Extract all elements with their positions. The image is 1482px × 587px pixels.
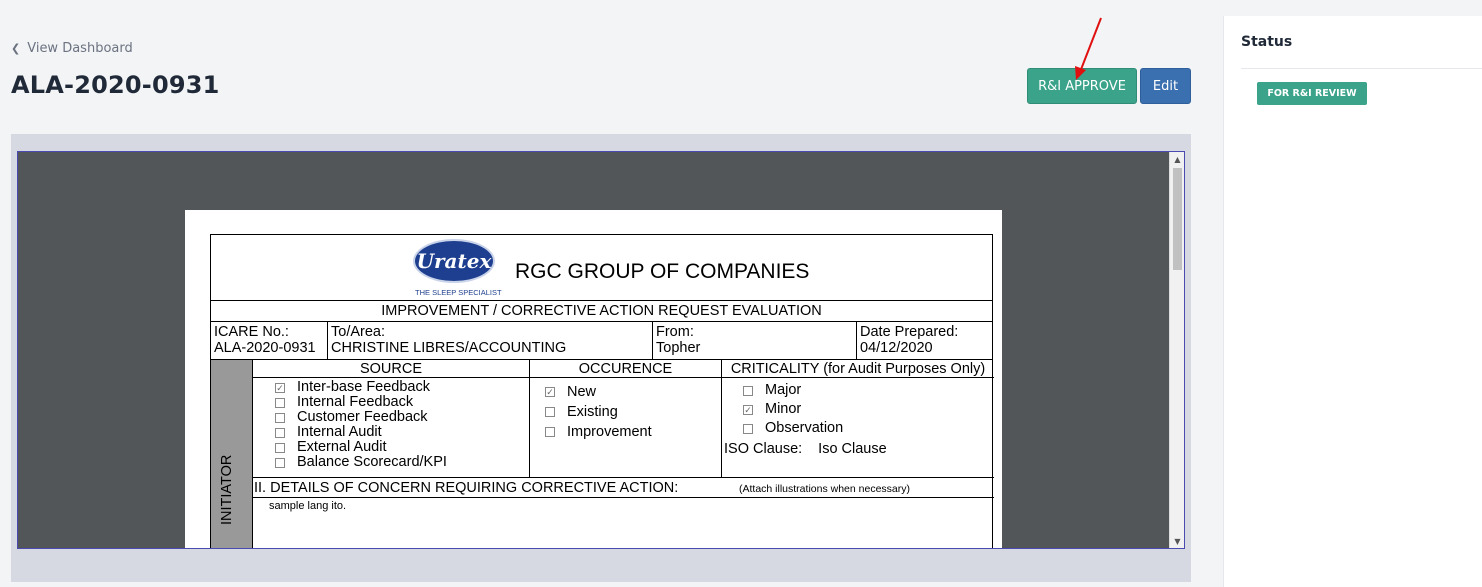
checkbox-icon xyxy=(275,412,285,423)
icare-value: ALA-2020-0931 xyxy=(214,340,316,356)
logo-oval: Uratex xyxy=(413,239,495,283)
source-option: Internal Feedback xyxy=(275,395,529,410)
to-area-value: CHRISTINE LIBRES/ACCOUNTING xyxy=(331,340,567,356)
from-label: From: xyxy=(656,324,694,340)
occurence-option-label: Improvement xyxy=(567,423,652,440)
criticality-option: Major xyxy=(743,381,994,400)
source-option: External Audit xyxy=(275,440,529,455)
status-title: Status xyxy=(1241,34,1293,50)
date-value: 04/12/2020 xyxy=(860,340,933,356)
viewer-scrollbar[interactable]: ▲ ▼ xyxy=(1169,152,1184,548)
form-title: IMPROVEMENT / CORRECTIVE ACTION REQUEST … xyxy=(211,301,992,322)
checkbox-icon xyxy=(275,397,285,408)
scroll-down-icon[interactable]: ▼ xyxy=(1170,534,1184,548)
occurence-option: Existing xyxy=(545,402,721,422)
occurence-option: ✓ New xyxy=(545,382,721,402)
company-name: RGC GROUP OF COMPANIES xyxy=(515,260,810,283)
pdf-page: Uratex THE SLEEP SPECIALIST RGC GROUP OF… xyxy=(185,210,1002,548)
checkbox-icon xyxy=(275,427,285,438)
icare-cell: ICARE No.: ALA-2020-0931 xyxy=(211,322,328,360)
details-label: II. DETAILS OF CONCERN REQUIRING CORRECT… xyxy=(254,480,679,496)
occurence-option-label: Existing xyxy=(567,403,618,420)
source-header: SOURCE xyxy=(253,360,529,378)
chevron-left-icon: ❮ xyxy=(11,42,21,55)
details-of-concern-row: II. DETAILS OF CONCERN REQUIRING CORRECT… xyxy=(253,478,994,498)
back-to-dashboard-link[interactable]: ❮ View Dashboard xyxy=(11,41,133,56)
source-option: Internal Audit xyxy=(275,425,529,440)
back-link-label: View Dashboard xyxy=(27,41,133,56)
checkbox-icon xyxy=(275,457,285,468)
checkbox-icon xyxy=(545,407,555,417)
source-option: Customer Feedback xyxy=(275,410,529,425)
criticality-option: ✓ Minor xyxy=(743,400,994,419)
checkbox-icon xyxy=(545,427,555,437)
edit-button[interactable]: Edit xyxy=(1140,68,1191,104)
criticality-option-label: Minor xyxy=(765,401,802,417)
info-row: ICARE No.: ALA-2020-0931 To/Area: CHRIST… xyxy=(211,322,992,360)
source-option-label: Inter-base Feedback xyxy=(297,379,430,395)
checkbox-checked-icon: ✓ xyxy=(743,404,753,415)
from-cell: From: Topher xyxy=(653,322,857,360)
ri-approve-button[interactable]: R&I APPROVE xyxy=(1027,68,1137,104)
details-note: (Attach illustrations when necessary) xyxy=(739,483,910,495)
iso-clause-value: Iso Clause xyxy=(818,441,887,457)
occurence-option-label: New xyxy=(567,383,597,400)
to-area-cell: To/Area: CHRISTINE LIBRES/ACCOUNTING xyxy=(328,322,653,360)
source-option-label: Internal Feedback xyxy=(297,394,414,410)
criticality-option-label: Observation xyxy=(765,420,844,436)
icare-label: ICARE No.: xyxy=(214,324,289,340)
criticality-option: Observation xyxy=(743,419,994,438)
checkbox-checked-icon: ✓ xyxy=(275,382,285,393)
source-option-label: Customer Feedback xyxy=(297,409,428,425)
form-header: Uratex THE SLEEP SPECIALIST RGC GROUP OF… xyxy=(211,235,992,301)
source-option-label: Internal Audit xyxy=(297,424,382,440)
to-area-label: To/Area: xyxy=(331,324,385,340)
occurence-header: OCCURENCE xyxy=(530,360,721,378)
status-divider xyxy=(1241,68,1482,69)
pdf-viewer[interactable]: Uratex THE SLEEP SPECIALIST RGC GROUP OF… xyxy=(17,151,1185,549)
occurence-section: OCCURENCE ✓ New Existing Improvement xyxy=(530,360,722,478)
source-option-label: Balance Scorecard/KPI xyxy=(297,454,447,470)
date-label: Date Prepared: xyxy=(860,324,959,340)
criticality-header: CRITICALITY (for Audit Purposes Only) xyxy=(722,360,994,378)
from-value: Topher xyxy=(656,340,701,356)
checkbox-icon xyxy=(743,385,753,396)
checkbox-checked-icon: ✓ xyxy=(545,387,555,397)
source-section: SOURCE ✓ Inter-base Feedback Internal Fee… xyxy=(253,360,530,478)
occurence-option: Improvement xyxy=(545,422,721,442)
checkbox-icon xyxy=(743,423,753,434)
iso-clause-label: ISO Clause: xyxy=(724,441,803,457)
criticality-option-label: Major xyxy=(765,382,802,398)
form-table: Uratex THE SLEEP SPECIALIST RGC GROUP OF… xyxy=(210,234,994,548)
logo-tagline: THE SLEEP SPECIALIST xyxy=(415,288,502,297)
status-badge: FOR R&I REVIEW xyxy=(1257,82,1367,105)
uratex-logo: Uratex THE SLEEP SPECIALIST xyxy=(411,237,502,299)
scroll-up-icon[interactable]: ▲ xyxy=(1170,152,1184,166)
source-option: Balance Scorecard/KPI xyxy=(275,455,529,470)
logo-text: Uratex xyxy=(416,249,492,273)
scroll-thumb[interactable] xyxy=(1173,168,1182,270)
iso-clause-row: ISO Clause: Iso Clause xyxy=(722,438,994,457)
checkbox-icon xyxy=(275,442,285,453)
criticality-section: CRITICALITY (for Audit Purposes Only) Ma… xyxy=(722,360,994,478)
date-cell: Date Prepared: 04/12/2020 xyxy=(857,322,994,360)
page-title: ALA-2020-0931 xyxy=(11,71,220,99)
source-option-label: External Audit xyxy=(297,439,387,455)
initiator-label: INITIATOR xyxy=(219,454,235,525)
status-panel: Status FOR R&I REVIEW xyxy=(1223,16,1482,587)
details-text: sample lang ito. xyxy=(269,500,347,512)
source-option: ✓ Inter-base Feedback xyxy=(275,380,529,395)
